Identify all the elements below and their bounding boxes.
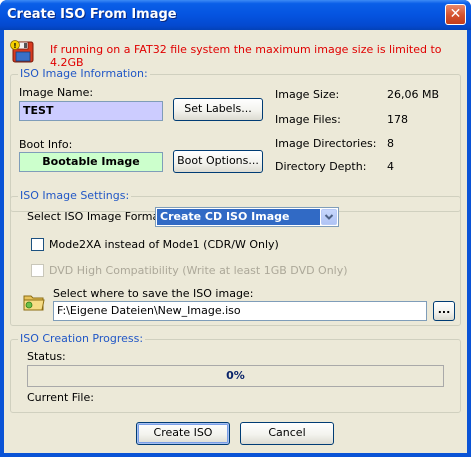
image-directories-value: 8 bbox=[387, 137, 394, 150]
directory-depth-value: 4 bbox=[387, 160, 394, 173]
title-bar[interactable]: Create ISO From Image ✕ bbox=[0, 0, 471, 30]
iso-progress-group: ISO Creation Progress: Status: 0% Curren… bbox=[10, 332, 461, 413]
iso-progress-percent: 0% bbox=[226, 369, 245, 382]
mode2xa-checkbox[interactable] bbox=[31, 238, 44, 251]
boot-info-field: Bootable Image bbox=[19, 152, 163, 172]
svg-text:!: ! bbox=[13, 42, 16, 50]
dropdown-arrow-button[interactable] bbox=[321, 209, 337, 225]
status-label: Status: bbox=[27, 350, 66, 363]
create-iso-button[interactable]: Create ISO bbox=[136, 422, 230, 445]
iso-information-legend: ISO Image Information: bbox=[18, 67, 150, 80]
floppy-warning-icon: ! bbox=[10, 40, 34, 63]
save-path-input[interactable]: F:\Eigene Dateien\New_Image.iso bbox=[53, 301, 427, 321]
iso-settings-legend: ISO Image Settings: bbox=[18, 189, 132, 202]
image-name-label: Image Name: bbox=[19, 86, 94, 99]
format-label: Select ISO Image Format: bbox=[27, 210, 168, 223]
iso-format-selected-value: Create CD ISO Image bbox=[157, 209, 320, 225]
boot-info-label: Boot Info: bbox=[19, 138, 73, 151]
cancel-button[interactable]: Cancel bbox=[240, 422, 334, 445]
image-name-field[interactable]: TEST bbox=[19, 101, 163, 121]
image-directories-label: Image Directories: bbox=[275, 137, 377, 150]
boot-options-button[interactable]: Boot Options... bbox=[173, 150, 263, 173]
image-files-value: 178 bbox=[387, 113, 408, 126]
mode2xa-label[interactable]: Mode2XA instead of Mode1 (CDR/W Only) bbox=[49, 238, 279, 251]
dvd-compatibility-label: DVD High Compatibility (Write at least 1… bbox=[49, 264, 348, 277]
close-icon: ✕ bbox=[449, 6, 462, 22]
iso-format-select[interactable]: Create CD ISO Image bbox=[155, 207, 339, 227]
close-button[interactable]: ✕ bbox=[445, 4, 466, 25]
iso-progress-legend: ISO Creation Progress: bbox=[18, 332, 146, 345]
save-location-label: Select where to save the ISO image: bbox=[53, 287, 254, 300]
dialog-body: ! If running on a FAT32 file system the … bbox=[4, 30, 467, 453]
dvd-compatibility-checkbox[interactable] bbox=[31, 264, 44, 277]
folder-icon bbox=[23, 295, 45, 311]
current-file-label: Current File: bbox=[27, 391, 94, 404]
iso-settings-group: ISO Image Settings: Select ISO Image For… bbox=[10, 189, 461, 326]
fat32-warning-text: If running on a FAT32 file system the ma… bbox=[50, 43, 442, 69]
image-size-label: Image Size: bbox=[275, 88, 340, 101]
directory-depth-label: Directory Depth: bbox=[275, 160, 367, 173]
window-title: Create ISO From Image bbox=[7, 7, 177, 22]
dialog-window: Create ISO From Image ✕ ! If running on … bbox=[0, 0, 471, 457]
browse-button[interactable]: ... bbox=[433, 301, 455, 321]
image-files-label: Image Files: bbox=[275, 113, 341, 126]
set-labels-button[interactable]: Set Labels... bbox=[173, 98, 263, 121]
iso-progress-bar: 0% bbox=[27, 365, 444, 387]
image-size-value: 26,06 MB bbox=[387, 88, 440, 101]
chevron-down-icon bbox=[324, 214, 334, 220]
